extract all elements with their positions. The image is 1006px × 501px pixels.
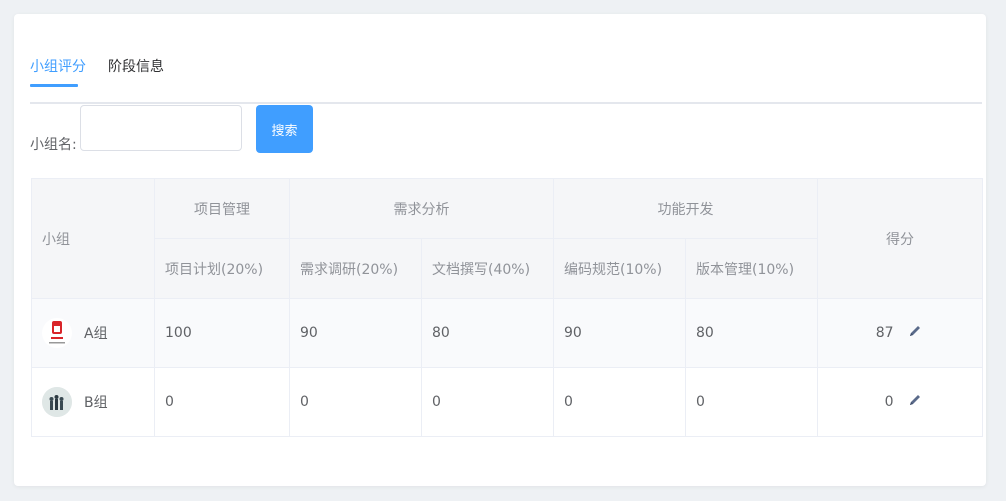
tab-bar: 小组评分 阶段信息 [30,50,982,104]
column-header-score: 得分 [817,178,983,299]
group-cell: B组 [31,367,155,437]
score-value: 87 [875,325,894,341]
tab-stage-info-label: 阶段信息 [108,59,164,75]
column-header-requirements-research: 需求调研(20%) [289,238,422,299]
score-cell: 0 [817,367,983,437]
main-card: 小组评分 阶段信息 小组名: 搜索 小组 项目管理 需求分析 功能开发 得分 项… [14,14,986,486]
tab-group-score-label: 小组评分 [30,59,86,75]
cell-version-management: 0 [685,367,818,437]
group-name-label: 小组名: [30,137,77,153]
cell-requirements-research: 90 [289,298,422,368]
cell-version-management: 80 [685,298,818,368]
group-name: A组 [84,326,108,342]
score-value: 0 [884,394,894,410]
group-a-logo-icon [42,318,72,348]
group-name-input[interactable] [80,105,242,151]
cell-requirements-research: 0 [289,367,422,437]
column-header-project-plan: 项目计划(20%) [154,238,290,299]
group-cell: A组 [31,298,155,368]
edit-pencil-icon[interactable] [908,393,922,411]
cell-coding-standards: 90 [553,298,686,368]
edit-pencil-icon[interactable] [908,324,922,342]
tab-stage-info[interactable]: 阶段信息 [108,54,164,94]
score-cell: 87 [817,298,983,368]
column-group-requirements-analysis: 需求分析 [289,178,554,239]
search-button[interactable]: 搜索 [256,105,313,153]
active-tab-indicator [30,84,78,87]
cell-project-plan: 100 [154,298,290,368]
cell-documentation: 0 [421,367,554,437]
cell-project-plan: 0 [154,367,290,437]
tab-group-score[interactable]: 小组评分 [30,54,86,94]
cell-coding-standards: 0 [553,367,686,437]
score-table: 小组 项目管理 需求分析 功能开发 得分 项目计划(20%) 需求调研(20%)… [31,178,983,437]
column-header-documentation: 文档撰写(40%) [421,238,554,299]
column-header-group: 小组 [31,178,155,299]
table-header-row-groups: 小组 项目管理 需求分析 功能开发 得分 [31,178,983,299]
column-group-feature-development: 功能开发 [553,178,818,239]
table-row: A组 100 90 80 90 80 87 [31,298,983,368]
column-group-project-management: 项目管理 [154,178,290,239]
column-header-version-management: 版本管理(10%) [685,238,818,299]
group-name: B组 [84,395,108,411]
table-row: B组 0 0 0 0 0 0 [31,367,983,437]
column-header-coding-standards: 编码规范(10%) [553,238,686,299]
cell-documentation: 80 [421,298,554,368]
group-b-photo-icon [42,387,72,417]
